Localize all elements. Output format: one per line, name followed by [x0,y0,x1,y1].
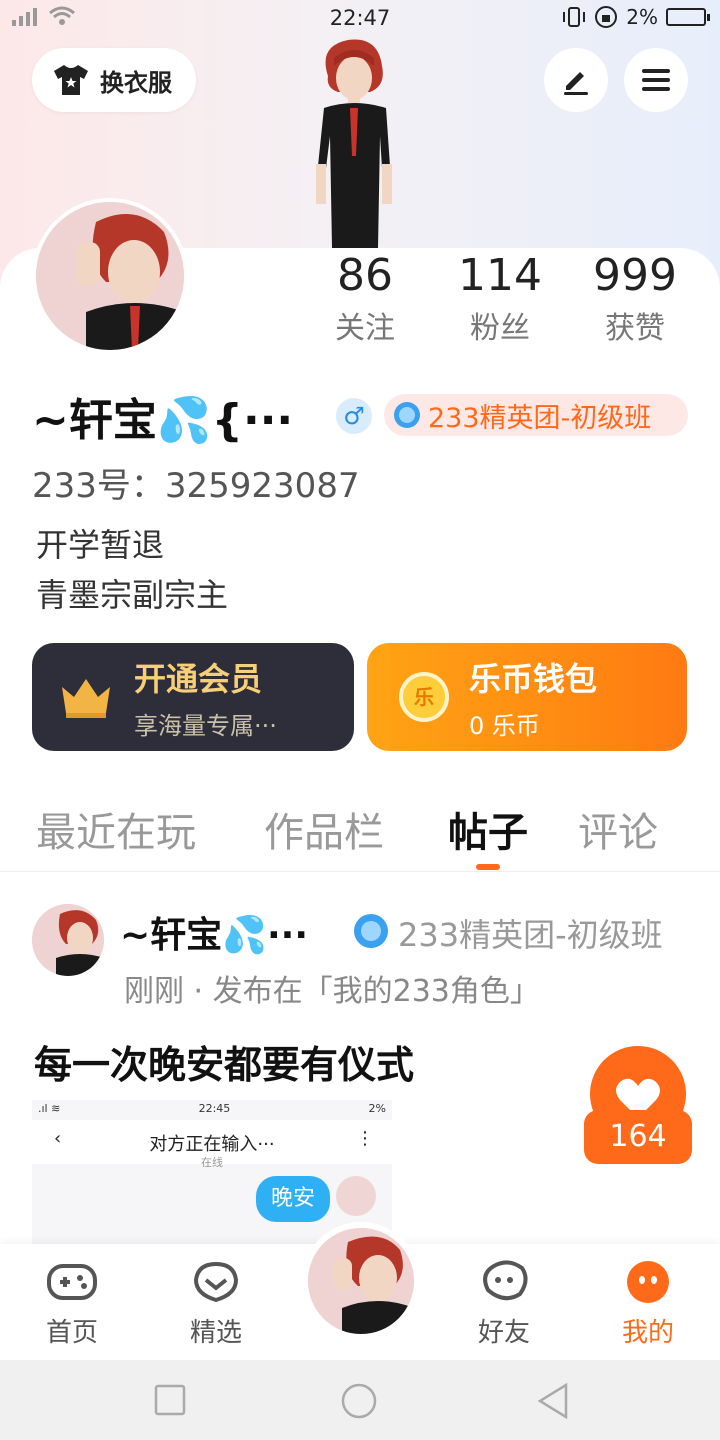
post-author-avatar[interactable] [32,904,104,976]
status-right: 2% [562,5,710,29]
nav-center-avatar[interactable] [302,1222,420,1340]
stat-value: 114 [458,250,542,301]
me-face-icon [627,1261,669,1303]
stat-value: 86 [337,250,393,301]
post-image[interactable]: .ıl ≋ 22:45 2% ‹ 对方正在输入··· 在线 ⋮ 晚安 [32,1100,392,1244]
more-icon: ⋮ [356,1128,374,1149]
profile-avatar-image [36,202,184,350]
home-icon[interactable] [340,1382,378,1420]
nav-friends[interactable]: 好友 [454,1260,554,1349]
image-chat-subtitle: 在线 [201,1156,223,1169]
battery-icon [666,8,710,26]
image-status-battery: 2% [368,1102,386,1115]
system-nav-bar [0,1360,720,1440]
stat-likes[interactable]: 999 获赞 [570,250,700,347]
stat-value: 999 [593,250,677,301]
wallet-title: 乐币钱包 [469,659,598,698]
tab-works[interactable]: 作品栏 [264,800,384,858]
bio-line: 开学暂退 [36,526,165,564]
wallet-balance: 0 乐币 [469,711,540,740]
stat-following[interactable]: 86 关注 [300,250,430,347]
image-status-time: 22:45 [198,1102,231,1115]
image-status-left: .ıl ≋ [38,1102,61,1115]
vip-subtitle: 享海量专属··· [134,711,277,740]
gamepad-icon [47,1264,97,1300]
tab-comments[interactable]: 评论 [578,800,658,858]
image-status-bar: .ıl ≋ 22:45 2% [32,1100,392,1120]
edit-profile-button[interactable] [544,48,608,112]
coin-icon: 乐 [399,672,449,722]
stat-fans[interactable]: 114 粉丝 [435,250,565,347]
profile-tabs: 最近在玩 作品栏 帖子 评论 [0,800,720,872]
name-row: ~轩宝💦{··· [32,384,293,448]
bio: 开学暂退 青墨宗副宗主 [36,520,228,620]
vibrate-icon [563,7,586,27]
divider [0,871,720,872]
rotation-lock-icon [595,6,618,28]
like-button[interactable]: 164 [584,1046,692,1164]
nav-label: 首页 [45,1318,98,1348]
battery-percent: 2% [626,5,658,29]
crown-icon [62,679,110,718]
menu-button[interactable] [624,48,688,112]
shirt-icon [54,65,88,95]
diamond-badge-icon [394,402,420,428]
post-meta: 刚刚 · 发布在「我的233角色」 [124,974,540,1009]
user-name: ~轩宝💦{··· [32,395,294,446]
wallet-card[interactable]: 乐 乐币钱包 0 乐币 [367,643,687,751]
stat-label: 获赞 [605,311,665,346]
tab-posts[interactable]: 帖子 [448,800,528,858]
nav-me[interactable]: 我的 [598,1260,698,1349]
recents-icon[interactable] [154,1384,186,1416]
post-title[interactable]: 每一次晚安都要有仪式 [34,1034,414,1089]
image-chat-bubble: 晚安 [256,1176,330,1222]
nav-featured[interactable]: 精选 [166,1260,266,1349]
nav-label: 好友 [477,1318,530,1348]
back-nav-icon[interactable] [536,1382,570,1420]
heart-chat-icon [193,1261,239,1303]
change-outfit-button[interactable]: 换衣服 [32,48,196,112]
stat-label: 粉丝 [470,311,530,346]
nav-center-avatar-image [308,1228,414,1334]
profile-avatar[interactable] [32,198,188,354]
gender-male-icon: ♂ [336,398,372,434]
bio-line: 青墨宗副宗主 [36,576,229,614]
image-chat-title: 对方正在输入··· [149,1134,275,1155]
pencil-icon [564,72,588,95]
status-bar: 22:47 2% [0,0,720,36]
tab-recently-played[interactable]: 最近在玩 [36,800,196,858]
account-id: 233号：325923087 [32,466,360,506]
tab-active-indicator [476,864,500,870]
diamond-badge-icon [354,914,388,948]
post-team-label: 233精英团-初级班 [398,916,663,954]
image-chat-header: ‹ 对方正在输入··· 在线 ⋮ [32,1120,392,1169]
team-badge[interactable]: 233精英团-初级班 [384,394,688,436]
image-chat-avatar [336,1176,376,1216]
nav-label: 精选 [189,1318,242,1348]
nav-home[interactable]: 首页 [22,1260,122,1349]
vip-card[interactable]: 开通会员 享海量专属··· [32,643,354,751]
change-outfit-label: 换衣服 [100,68,172,97]
profile-stats: 86 关注 114 粉丝 999 获赞 [300,250,700,347]
avatar-figure[interactable] [298,36,408,248]
team-badge-label: 233精英团-初级班 [428,402,652,434]
friends-blob-icon [483,1260,528,1301]
post-author-name[interactable]: ~轩宝💦··· [120,906,308,958]
like-count: 164 [584,1110,692,1164]
vip-title: 开通会员 [134,659,263,698]
stat-label: 关注 [335,311,395,346]
menu-icon [642,69,670,91]
nav-label: 我的 [621,1318,674,1348]
